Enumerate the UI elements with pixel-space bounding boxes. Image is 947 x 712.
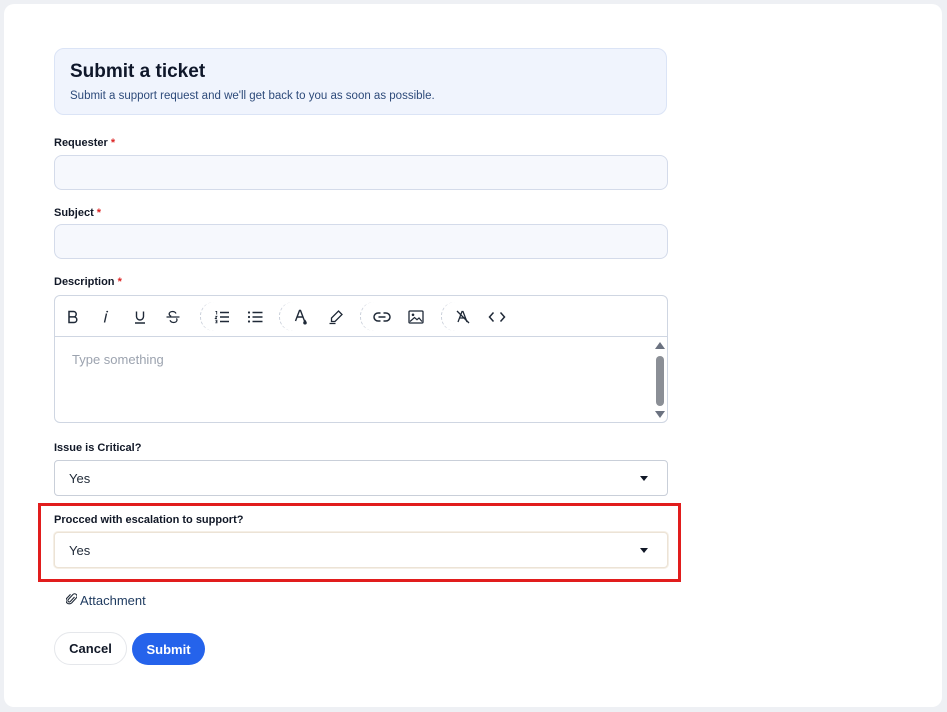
subject-input[interactable]	[54, 224, 668, 259]
cancel-button[interactable]: Cancel	[54, 632, 127, 665]
page-subtitle: Submit a support request and we'll get b…	[70, 90, 435, 102]
critical-label: Issue is Critical?	[54, 442, 142, 454]
description-editor: Type something	[54, 295, 668, 423]
submit-button[interactable]: Submit	[132, 633, 205, 665]
bold-icon[interactable]	[62, 306, 84, 328]
attachment-link[interactable]: Attachment	[65, 591, 146, 609]
scroll-up-arrow-icon[interactable]	[655, 342, 665, 349]
highlight-icon[interactable]	[325, 306, 347, 328]
editor-placeholder[interactable]: Type something	[72, 352, 164, 367]
required-mark: *	[117, 276, 122, 288]
italic-icon[interactable]	[95, 306, 117, 328]
escalation-label: Procced with escalation to support?	[54, 514, 244, 526]
chevron-down-icon	[640, 476, 648, 481]
link-icon[interactable]	[371, 306, 393, 328]
description-label: Description *	[54, 276, 122, 288]
editor-scrollbar[interactable]	[655, 340, 665, 420]
description-label-text: Description	[54, 276, 115, 288]
paperclip-icon	[65, 592, 78, 608]
critical-select[interactable]: Yes	[54, 460, 668, 496]
required-mark: *	[96, 207, 102, 219]
clear-format-icon[interactable]	[452, 306, 474, 328]
underline-icon[interactable]	[129, 306, 151, 328]
page-title: Submit a ticket	[70, 61, 206, 82]
subject-label-text: Subject	[54, 207, 94, 219]
scroll-down-arrow-icon[interactable]	[655, 411, 665, 418]
code-icon[interactable]	[486, 306, 508, 328]
requester-input[interactable]	[54, 155, 668, 190]
subject-label: Subject *	[54, 207, 101, 219]
editor-toolbar	[55, 296, 667, 337]
requester-label: Requester *	[54, 137, 115, 149]
text-color-icon[interactable]	[290, 306, 312, 328]
chevron-down-icon	[640, 548, 648, 553]
scroll-thumb[interactable]	[656, 356, 664, 406]
attachment-label: Attachment	[80, 592, 146, 608]
escalation-select-value: Yes	[69, 543, 91, 558]
escalation-select[interactable]: Yes	[54, 532, 668, 568]
strikethrough-icon[interactable]	[162, 306, 184, 328]
image-icon[interactable]	[405, 306, 427, 328]
ordered-list-icon[interactable]	[211, 306, 233, 328]
form-header: Submit a ticket Submit a support request…	[54, 48, 667, 115]
requester-label-text: Requester	[54, 137, 108, 149]
critical-select-value: Yes	[69, 471, 91, 486]
bullet-list-icon[interactable]	[244, 306, 266, 328]
required-mark: *	[110, 137, 116, 149]
